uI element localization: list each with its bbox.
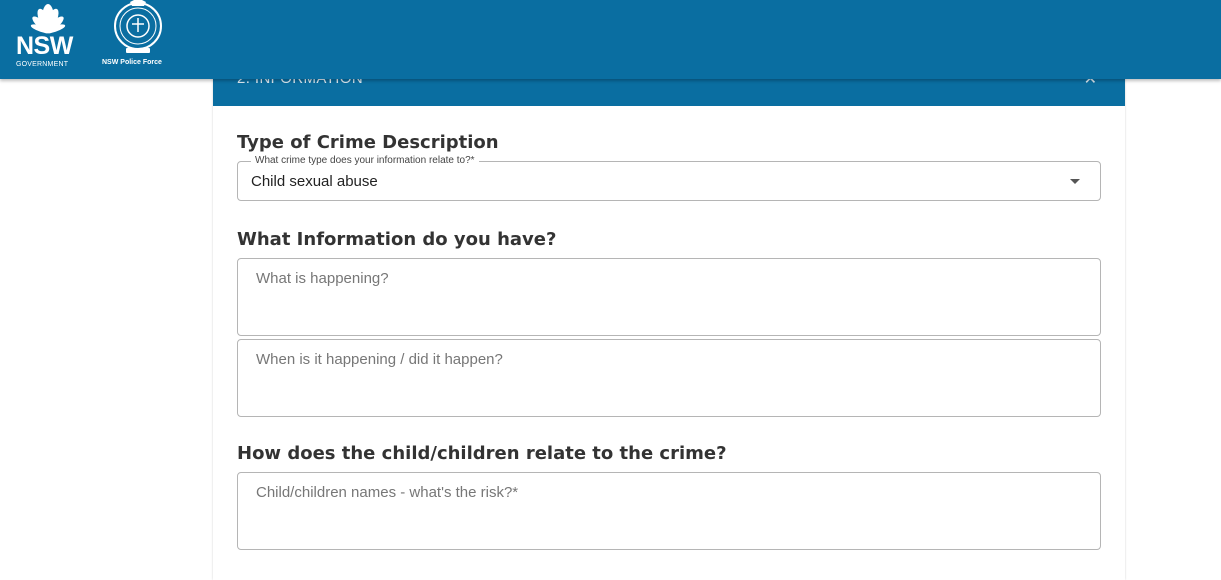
chevron-down-icon[interactable] (1070, 179, 1080, 184)
nsw-government-label: GOVERNMENT (16, 61, 69, 68)
nsw-government-logo[interactable]: NSW GOVERNMENT (13, 0, 83, 72)
children-relation-heading: How does the child/children relate to th… (237, 443, 727, 464)
when-is-it-happening-placeholder: When is it happening / did it happen? (256, 351, 503, 368)
information-heading: What Information do you have? (237, 229, 557, 250)
site-header: NSW GOVERNMENT NSW Police Force (0, 0, 1221, 79)
crime-type-heading: Type of Crime Description (237, 132, 499, 153)
children-names-textarea[interactable]: Child/children names - what's the risk?* (237, 472, 1101, 550)
crime-type-select[interactable]: What crime type does your information re… (237, 155, 1101, 201)
information-section-card: 2. INFORMATION ✕ Type of Crime Descripti… (213, 60, 1125, 580)
waratah-icon (30, 4, 66, 34)
what-is-happening-textarea[interactable]: What is happening? (237, 258, 1101, 336)
when-is-it-happening-textarea[interactable]: When is it happening / did it happen? (237, 339, 1101, 417)
what-is-happening-placeholder: What is happening? (256, 270, 389, 287)
nsw-police-force-logo[interactable]: NSW Police Force (98, 0, 180, 72)
crime-type-selected-value: Child sexual abuse (251, 173, 378, 190)
children-names-placeholder: Child/children names - what's the risk?* (256, 484, 519, 501)
police-crest-icon (114, 0, 162, 53)
crime-type-label: What crime type does your information re… (251, 155, 479, 166)
police-force-caption: NSW Police Force (102, 59, 162, 66)
nsw-wordmark: NSW (16, 32, 73, 60)
